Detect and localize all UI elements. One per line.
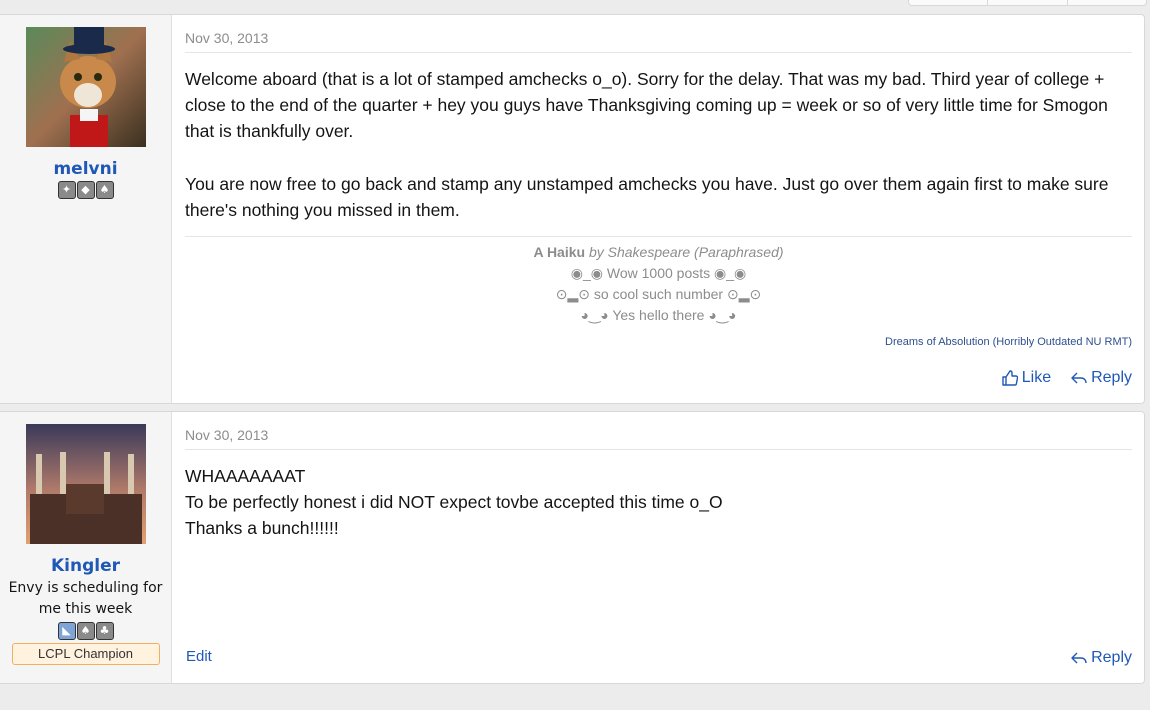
post-content: Nov 30, 2013 Welcome aboard (that is a l…: [172, 15, 1144, 403]
reply-button[interactable]: Reply: [1071, 649, 1132, 667]
signature-line: ◕‿◕ Yes hello there ◕‿◕: [580, 307, 737, 323]
like-button[interactable]: Like: [1002, 369, 1051, 387]
signature-title: A Haiku: [533, 244, 586, 260]
trophy-icon[interactable]: ◣: [57, 622, 76, 640]
signature-line: ⊙▂⊙ so cool such number ⊙▂⊙: [555, 286, 762, 302]
post-kingler: Kingler Envy is scheduling for me this w…: [0, 411, 1145, 684]
trophy-icon[interactable]: ◆: [76, 181, 95, 199]
trophy-icon[interactable]: ♠: [76, 622, 95, 640]
user-info: melvni ✦ ◆ ♠: [0, 15, 172, 403]
post-line: WHAAAAAAAT: [185, 466, 306, 486]
post-paragraph: You are now free to go back and stamp an…: [185, 174, 1109, 220]
reply-label: Reply: [1091, 369, 1132, 386]
reply-icon: [1071, 372, 1087, 384]
signature-line: ◉_◉ Wow 1000 posts ◉_◉: [570, 265, 747, 281]
post-body: Welcome aboard (that is a lot of stamped…: [185, 66, 1132, 223]
trophy-icon[interactable]: ♣: [95, 622, 114, 640]
post-actions: Like Reply: [1002, 369, 1132, 387]
post-body: WHAAAAAAAT To be perfectly honest i did …: [185, 463, 1132, 541]
reply-icon: [1071, 652, 1087, 664]
user-banner: LCPL Champion: [11, 643, 160, 665]
post-line: To be perfectly honest i did NOT expect …: [185, 492, 723, 512]
reply-label: Reply: [1091, 649, 1132, 666]
signature-link[interactable]: Dreams of Absolution (Horribly Outdated …: [185, 332, 1132, 353]
avatar[interactable]: [25, 27, 146, 147]
signature-byline: by Shakespeare (Paraphrased): [588, 244, 784, 260]
post-actions: Reply: [1071, 649, 1132, 667]
user-title: Envy is scheduling for me this week: [8, 580, 163, 617]
like-label: Like: [1021, 369, 1052, 386]
user-info: Kingler Envy is scheduling for me this w…: [0, 412, 172, 683]
username[interactable]: melvni: [53, 159, 117, 179]
top-button-group: [908, 0, 1147, 6]
post-content: Nov 30, 2013 WHAAAAAAAT To be perfectly …: [172, 412, 1144, 683]
trophy-badges: ◣ ♠ ♣: [57, 622, 114, 640]
username[interactable]: Kingler: [51, 556, 120, 576]
trophy-badges: ✦ ◆ ♠: [57, 181, 114, 199]
post-melvni: melvni ✦ ◆ ♠ Nov 30, 2013 Welcome aboard…: [0, 14, 1145, 404]
trophy-icon[interactable]: ✦: [57, 181, 76, 199]
post-date[interactable]: Nov 30, 2013: [185, 15, 1132, 53]
trophy-icon[interactable]: ♠: [95, 181, 114, 199]
signature: A Haiku by Shakespeare (Paraphrased) ◉_◉…: [185, 236, 1132, 353]
avatar[interactable]: [25, 424, 146, 544]
reply-button[interactable]: Reply: [1071, 369, 1132, 387]
post-paragraph: Welcome aboard (that is a lot of stamped…: [185, 69, 1108, 141]
thumbs-up-icon: [1002, 370, 1018, 386]
edit-button[interactable]: Edit: [186, 648, 212, 665]
post-line: Thanks a bunch!!!!!!: [185, 518, 339, 538]
post-date[interactable]: Nov 30, 2013: [185, 412, 1132, 450]
